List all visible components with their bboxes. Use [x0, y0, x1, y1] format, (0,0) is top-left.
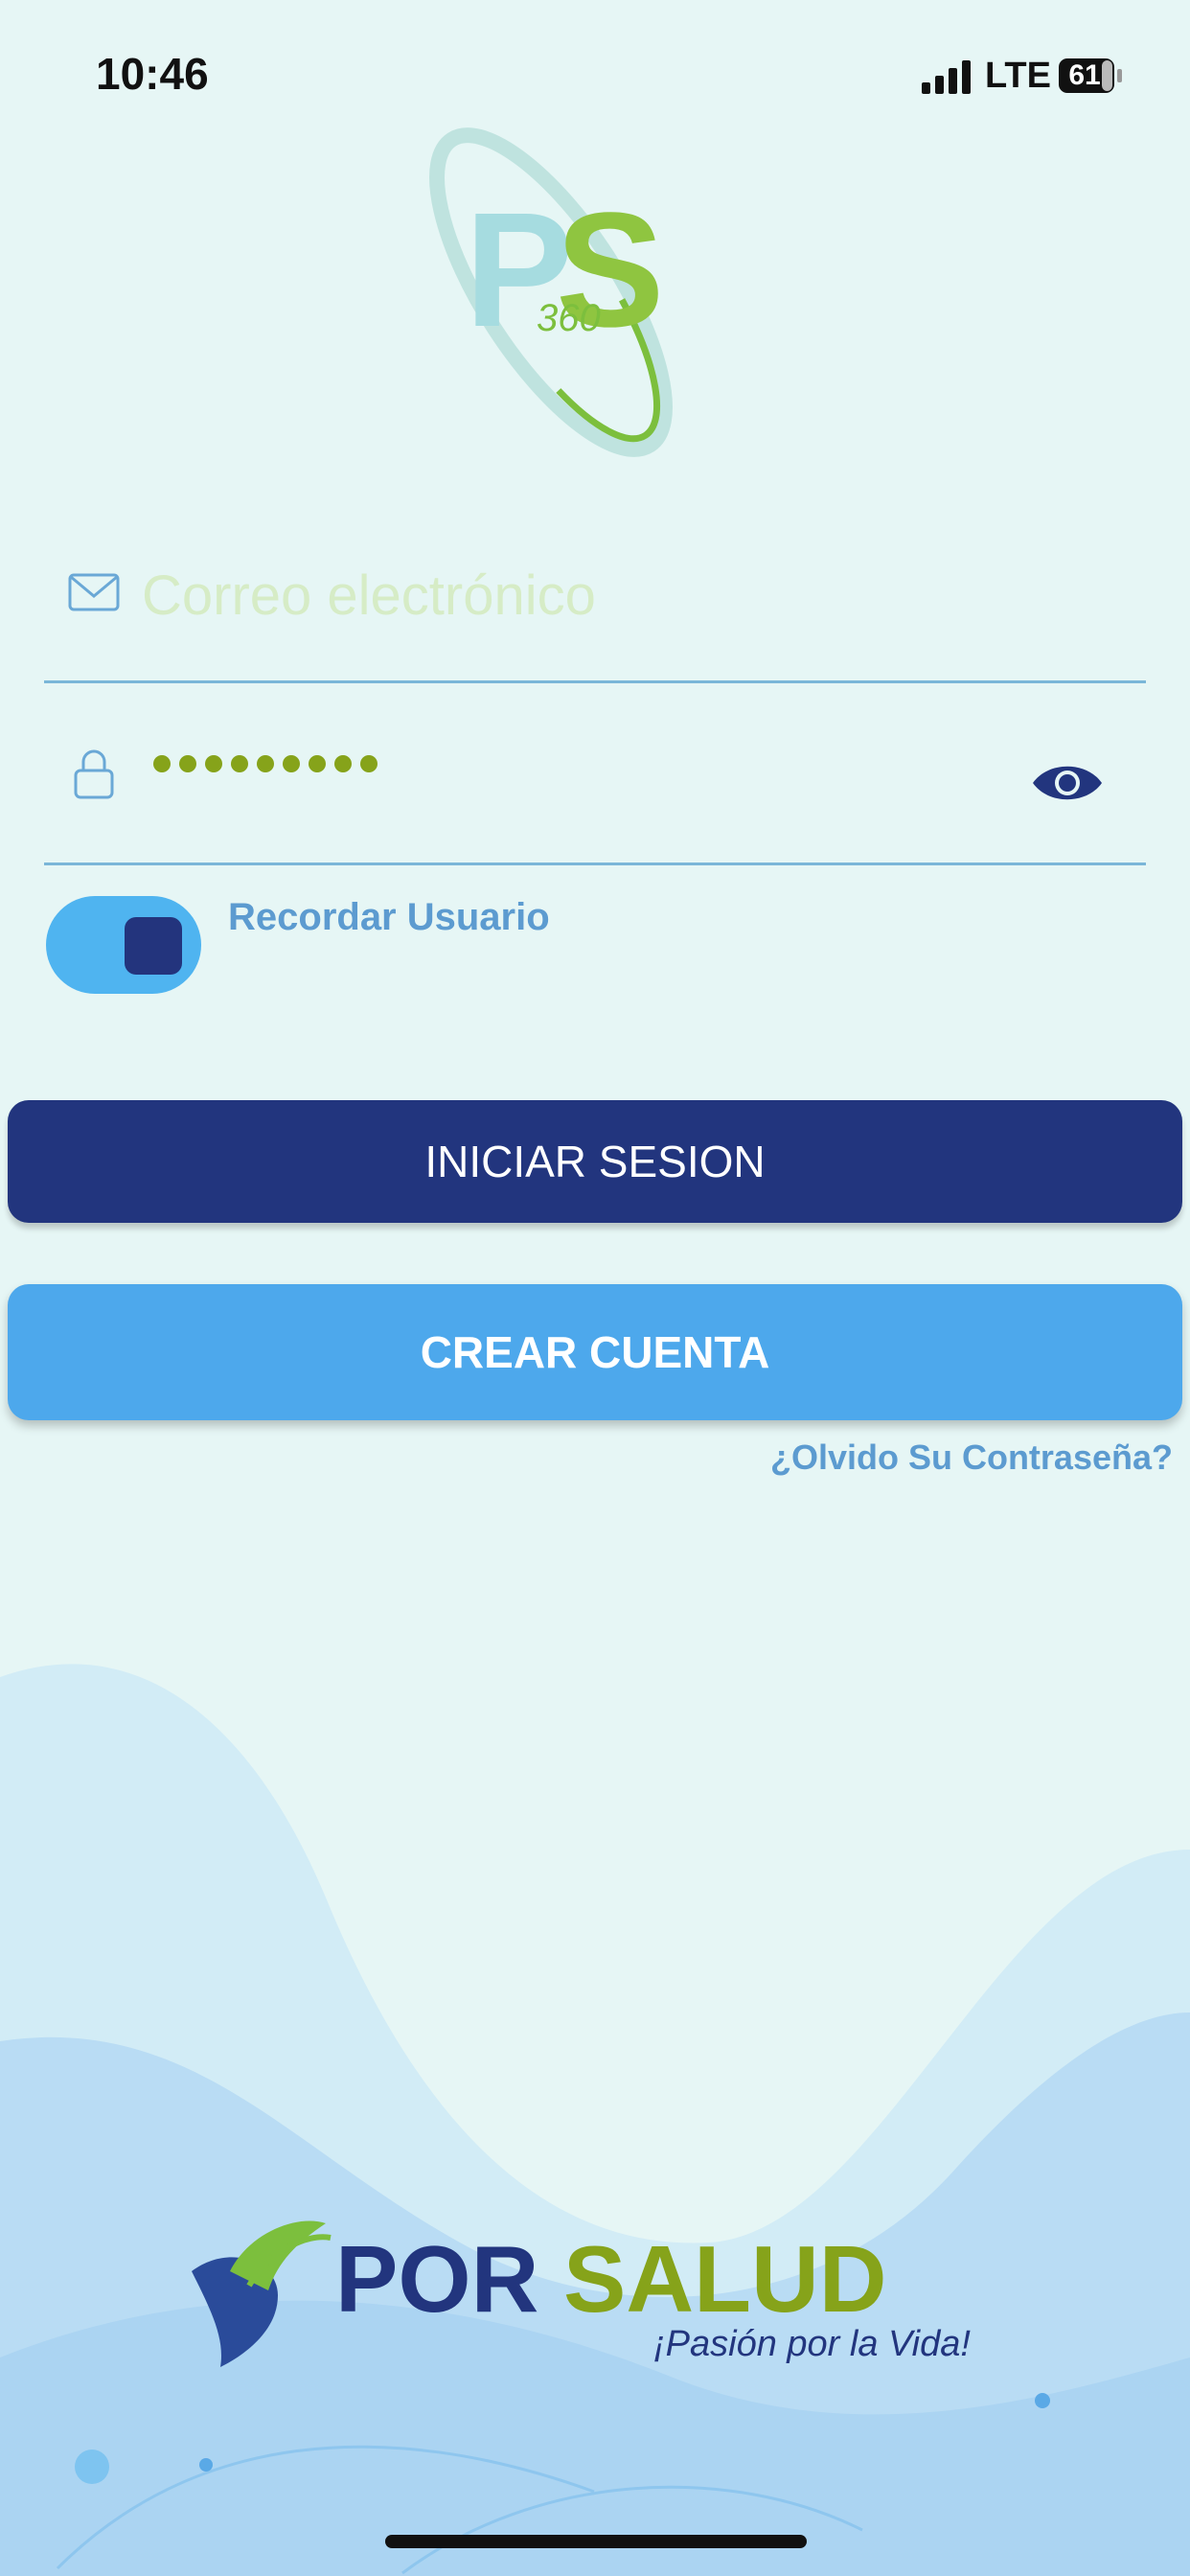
email-input[interactable] — [140, 546, 1102, 644]
svg-text:360: 360 — [537, 297, 601, 339]
signal-icon — [922, 60, 971, 94]
eye-icon[interactable] — [1031, 759, 1104, 807]
status-time: 10:46 — [96, 49, 209, 99]
email-field — [44, 537, 1146, 683]
network-type: LTE — [985, 56, 1051, 96]
login-button[interactable]: INICIAR SESION — [8, 1100, 1182, 1223]
ps360-logo: P S 360 — [429, 127, 673, 457]
brand-name-part1: POR — [335, 2226, 538, 2332]
porsalud-logo: POR SALUD ¡Pasión por la Vida! — [192, 2220, 971, 2367]
brand-name-part2: SALUD — [563, 2226, 887, 2332]
background-waves — [0, 1664, 1190, 2576]
battery-level: 61 — [1068, 59, 1101, 91]
password-input[interactable] — [153, 755, 378, 772]
toggle-knob — [125, 917, 182, 975]
forgot-password-link[interactable]: ¿Olvido Su Contraseña? — [770, 1438, 1173, 1478]
remember-label: Recordar Usuario — [228, 896, 550, 938]
remember-toggle[interactable] — [46, 896, 201, 994]
password-field — [44, 719, 1146, 865]
brand-tagline: ¡Pasión por la Vida! — [653, 2324, 971, 2364]
mail-icon — [68, 573, 120, 611]
create-account-button[interactable]: CREAR CUENTA — [8, 1284, 1182, 1420]
home-indicator — [385, 2535, 807, 2548]
lock-icon — [74, 749, 114, 799]
